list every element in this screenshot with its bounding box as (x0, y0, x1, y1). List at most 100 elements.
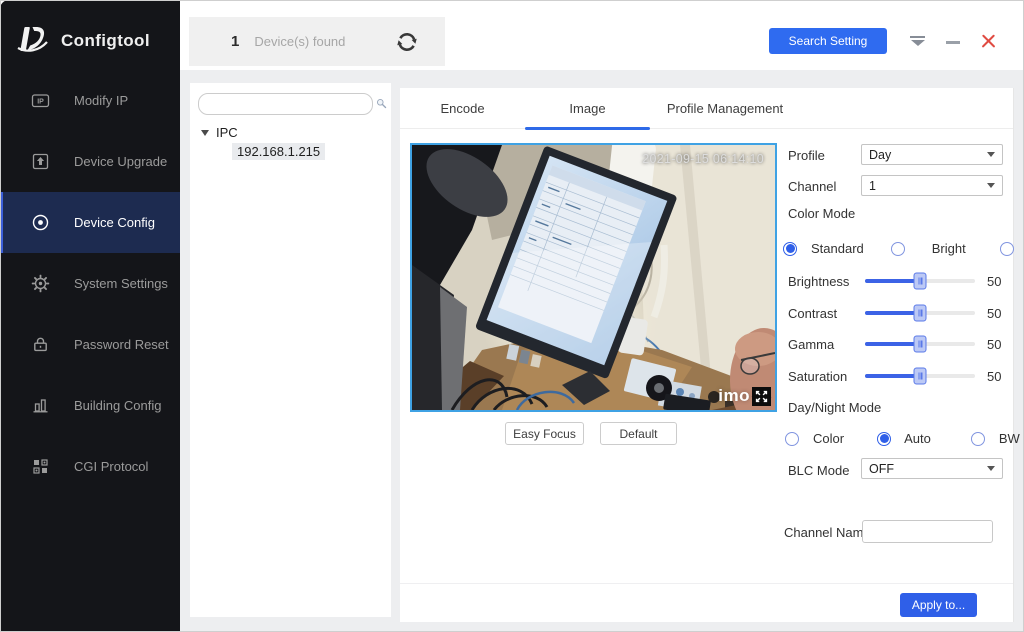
saturation-slider-row: Saturation 50 (788, 367, 1006, 385)
sidebar-item-password-reset[interactable]: Password Reset (0, 314, 180, 375)
slider-handle[interactable] (914, 305, 927, 322)
close-icon[interactable] (981, 34, 996, 49)
blc-mode-value: OFF (869, 462, 894, 476)
tree-device-item[interactable]: 192.168.1.215 (232, 143, 325, 160)
channel-value: 1 (869, 179, 876, 193)
contrast-slider-row: Contrast 50 (788, 304, 1006, 322)
radio-label-standard: Standard (811, 241, 864, 256)
sidebar-item-building-config[interactable]: Building Config (0, 375, 180, 436)
sidebar-item-device-upgrade[interactable]: Device Upgrade (0, 131, 180, 192)
contrast-slider[interactable] (865, 311, 975, 315)
dahua-logo-icon (15, 24, 49, 58)
radio-color[interactable] (785, 432, 799, 446)
slider-handle[interactable] (914, 336, 927, 353)
radio-standard[interactable] (783, 242, 797, 256)
slider-handle[interactable] (914, 368, 927, 385)
tab-profile-management[interactable]: Profile Management (650, 88, 800, 128)
tree-expander-icon[interactable] (201, 130, 209, 136)
device-count: 1 (231, 33, 239, 50)
panel-toggle-icon[interactable] (910, 36, 925, 47)
app-logo-row: Configtool (0, 0, 180, 58)
channel-label: Channel (788, 179, 836, 194)
saturation-label: Saturation (788, 369, 865, 384)
gamma-value: 50 (987, 337, 1001, 352)
brightness-slider[interactable] (865, 279, 975, 283)
contrast-value: 50 (987, 306, 1001, 321)
device-upgrade-icon (30, 152, 50, 172)
device-count-box: 1 Device(s) found (189, 17, 445, 66)
app-title: Configtool (61, 31, 150, 51)
easy-focus-button[interactable]: Easy Focus (505, 422, 584, 445)
svg-text:IP: IP (37, 99, 44, 106)
tab-bar: Encode Image Profile Management (400, 88, 1013, 129)
gamma-slider[interactable] (865, 342, 975, 346)
channel-select[interactable]: 1 (861, 175, 1003, 196)
radio-label-bright: Bright (932, 241, 966, 256)
blc-mode-label: BLC Mode (788, 463, 849, 478)
camera-preview[interactable]: 2021-09-15 06:14:10 imo (410, 143, 777, 412)
device-found-label: Device(s) found (254, 34, 345, 49)
tree-group-ipc[interactable]: IPC (190, 125, 391, 140)
cgi-protocol-icon (30, 457, 50, 477)
sidebar-item-label: System Settings (74, 276, 168, 291)
tree-search-input[interactable] (198, 93, 373, 115)
preview-watermark: imo (718, 386, 750, 406)
sidebar-item-cgi-protocol[interactable]: CGI Protocol (0, 436, 180, 497)
brightness-label: Brightness (788, 274, 865, 289)
radio-bw[interactable] (971, 432, 985, 446)
sidebar-item-label: Password Reset (74, 337, 169, 352)
apply-to-button[interactable]: Apply to... (900, 593, 977, 617)
tab-image[interactable]: Image (525, 88, 650, 128)
chevron-down-icon (987, 183, 995, 188)
modify-ip-icon: IP (30, 91, 50, 111)
top-header: 1 Device(s) found Search Setting (180, 0, 1024, 70)
slider-fill (865, 342, 920, 346)
saturation-slider[interactable] (865, 374, 975, 378)
sidebar-item-label: Building Config (74, 398, 161, 413)
sidebar: Configtool IP Modify IP Device Upgrade (0, 0, 180, 632)
default-button[interactable]: Default (600, 422, 677, 445)
search-setting-button[interactable]: Search Setting (769, 28, 887, 54)
channel-name-label: Channel Name (784, 525, 871, 540)
minimize-icon[interactable] (946, 41, 960, 44)
brightness-value: 50 (987, 274, 1001, 289)
radio-soft[interactable] (1000, 242, 1014, 256)
blc-mode-select[interactable]: OFF (861, 458, 1003, 479)
refresh-icon (395, 30, 419, 54)
color-mode-radios: Standard Bright Soft (783, 241, 1024, 256)
sidebar-item-label: Device Upgrade (74, 154, 167, 169)
chevron-down-icon (987, 466, 995, 471)
tab-encode[interactable]: Encode (400, 88, 525, 128)
radio-bright[interactable] (891, 242, 905, 256)
radio-label-auto: Auto (904, 431, 931, 446)
sidebar-item-label: Modify IP (74, 93, 128, 108)
search-icon[interactable] (376, 94, 387, 114)
device-tree: IPC 192.168.1.215 (190, 125, 391, 160)
radio-label-bw: BW (999, 431, 1020, 446)
sidebar-item-label: Device Config (74, 215, 155, 230)
sidebar-item-modify-ip[interactable]: IP Modify IP (0, 70, 180, 131)
sidebar-item-device-config[interactable]: Device Config (0, 192, 180, 253)
profile-label: Profile (788, 148, 825, 163)
radio-label-color: Color (813, 431, 844, 446)
gear-icon (30, 274, 50, 294)
color-mode-label: Color Mode (788, 206, 855, 221)
contrast-label: Contrast (788, 306, 865, 321)
slider-fill (865, 374, 920, 378)
brightness-slider-row: Brightness 50 (788, 272, 1006, 290)
sidebar-item-system-settings[interactable]: System Settings (0, 253, 180, 314)
refresh-button[interactable] (395, 30, 419, 54)
lock-icon (30, 335, 50, 355)
profile-select[interactable]: Day (861, 144, 1003, 165)
fullscreen-icon (753, 388, 770, 405)
tree-group-label: IPC (216, 125, 238, 140)
channel-name-input[interactable] (862, 520, 993, 543)
camera-preview-scene (412, 145, 775, 410)
radio-auto[interactable] (877, 432, 891, 446)
gamma-label: Gamma (788, 337, 865, 352)
fullscreen-button[interactable] (752, 387, 771, 406)
slider-handle[interactable] (914, 273, 927, 290)
main-panel: Encode Image Profile Management (400, 88, 1014, 622)
slider-fill (865, 279, 920, 283)
panel-divider (400, 583, 1013, 584)
